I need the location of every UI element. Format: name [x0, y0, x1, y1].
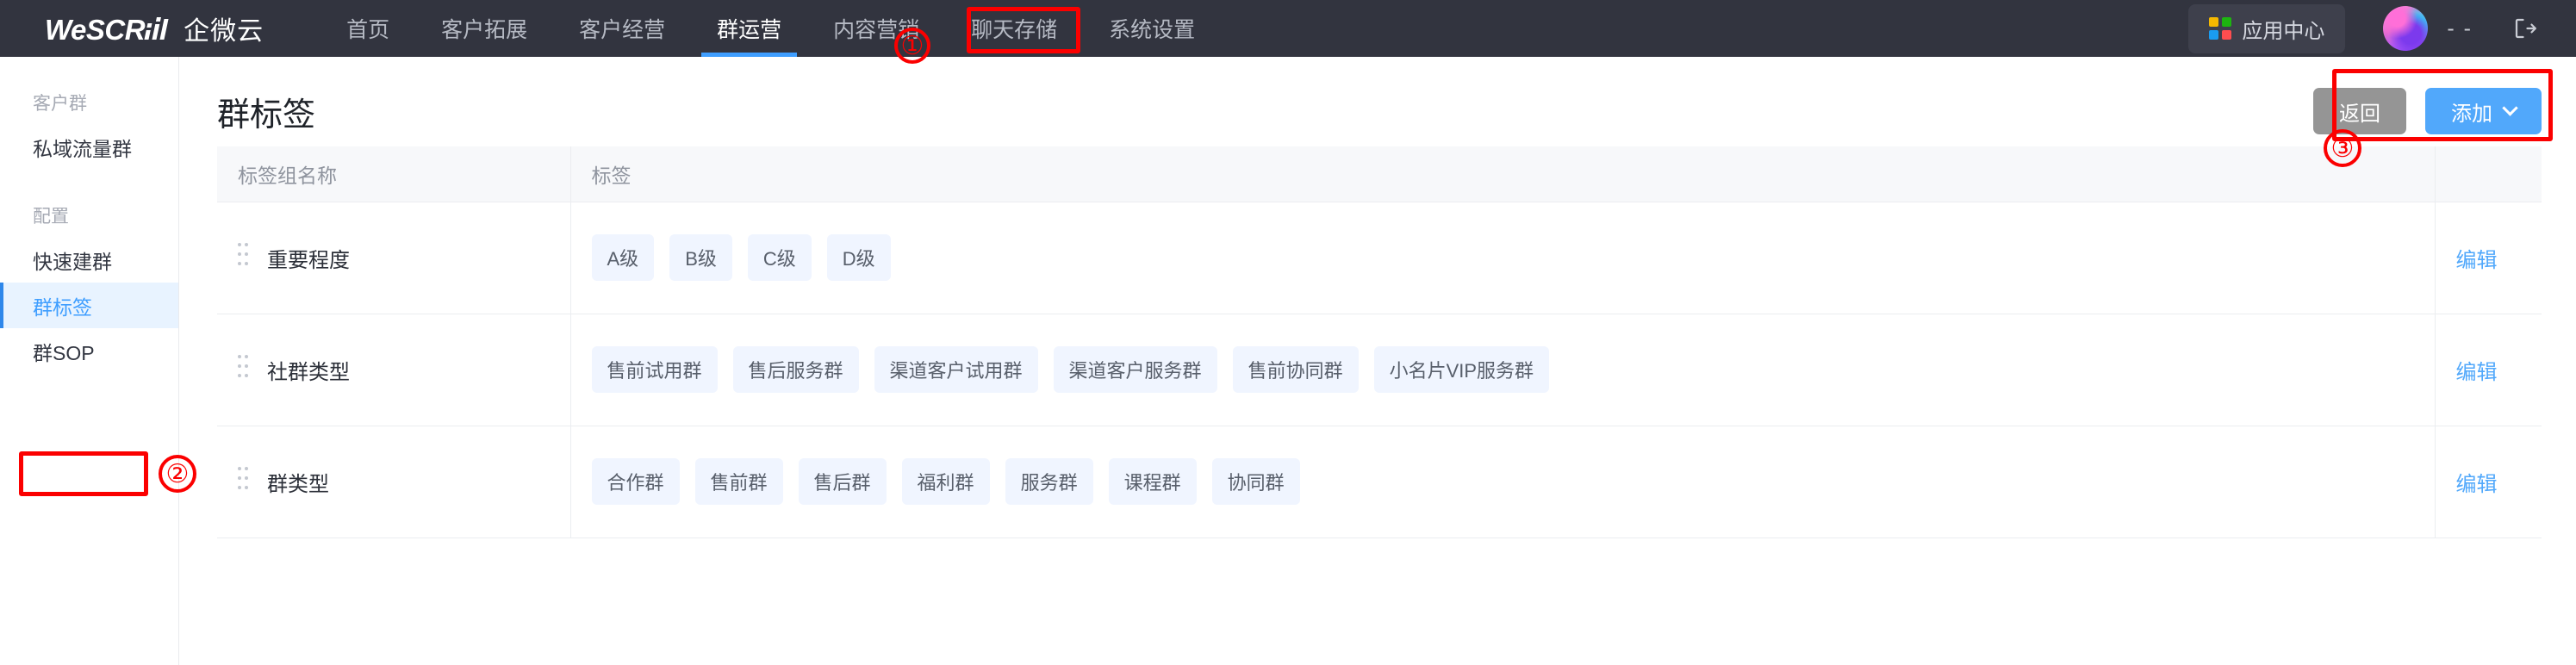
nav-item-customer-expand[interactable]: 客户拓展 — [415, 0, 553, 57]
sidebar: 客户群 私域流量群 配置 快速建群 群标签 群SOP — [0, 57, 179, 665]
cell-group-name: 群类型 — [217, 426, 571, 538]
page-header: 群标签 返回 添加 — [217, 57, 2542, 146]
top-right-controls: 应用中心 - - — [2188, 3, 2538, 53]
app-center-button[interactable]: 应用中心 — [2188, 3, 2346, 53]
brand-logo[interactable]: WeSCR 企微云 — [45, 9, 264, 47]
cell-tags: 合作群 售前群 售后群 福利群 服务群 课程群 协同群 — [570, 426, 2436, 538]
tag-chip[interactable]: 服务群 — [1005, 458, 1093, 505]
tag-chip[interactable]: 售后群 — [798, 458, 887, 505]
tag-groups-table: 标签组名称 标签 重要程度 A级 B级 C级 D级 编辑 社群类型 售前试用群 … — [217, 146, 2542, 538]
drag-handle-icon[interactable] — [238, 355, 248, 384]
edit-link[interactable]: 编辑 — [2456, 249, 2498, 272]
column-header-group-name: 标签组名称 — [217, 146, 571, 202]
tag-chip[interactable]: 小名片VIP服务群 — [1373, 346, 1550, 393]
cell-group-name: 重要程度 — [217, 202, 571, 314]
sidebar-item-private-traffic-group[interactable]: 私域流量群 — [0, 124, 178, 170]
drag-handle-icon[interactable] — [238, 467, 248, 496]
tag-list: A级 B级 C级 D级 — [591, 234, 2414, 281]
table-row: 重要程度 A级 B级 C级 D级 编辑 — [217, 202, 2542, 314]
column-header-tags: 标签 — [570, 146, 2436, 202]
tag-chip[interactable]: 课程群 — [1108, 458, 1197, 505]
avatar[interactable] — [2383, 6, 2429, 51]
nav-item-content-marketing[interactable]: 内容营销 — [807, 0, 945, 57]
add-button-label: 添加 — [2451, 102, 2492, 126]
tag-chip[interactable]: 渠道客户试用群 — [874, 346, 1038, 393]
tag-chip[interactable]: 售前群 — [694, 458, 783, 505]
drag-handle-icon[interactable] — [238, 243, 248, 272]
table-row: 社群类型 售前试用群 售后服务群 渠道客户试用群 渠道客户服务群 售前协同群 小… — [217, 314, 2542, 426]
tag-chip[interactable]: 合作群 — [591, 458, 680, 505]
cell-tags: 售前试用群 售后服务群 渠道客户试用群 渠道客户服务群 售前协同群 小名片VIP… — [570, 314, 2436, 426]
brand-bars-icon — [144, 17, 177, 40]
column-header-actions — [2435, 146, 2542, 202]
tag-chip[interactable]: 福利群 — [901, 458, 990, 505]
tag-chip[interactable]: 渠道客户服务群 — [1053, 346, 1217, 393]
nav-item-system-settings[interactable]: 系统设置 — [1083, 0, 1221, 57]
logout-icon[interactable] — [2512, 16, 2538, 41]
group-name-label: 重要程度 — [267, 248, 350, 272]
group-name-label: 群类型 — [267, 472, 329, 496]
tag-chip[interactable]: C级 — [747, 234, 812, 281]
page-title: 群标签 — [217, 96, 316, 134]
page-header-actions: 返回 添加 — [2313, 88, 2542, 134]
nav-item-customer-manage[interactable]: 客户经营 — [553, 0, 691, 57]
page-body: 客户群 私域流量群 配置 快速建群 群标签 群SOP 群标签 返回 添加 标签组… — [0, 57, 2576, 665]
group-name-label: 社群类型 — [267, 360, 350, 384]
main-content: 群标签 返回 添加 标签组名称 标签 重要程度 A级 B级 C级 D级 编辑 社… — [179, 57, 2576, 665]
edit-link[interactable]: 编辑 — [2456, 361, 2498, 384]
cell-actions: 编辑 — [2435, 202, 2542, 314]
sidebar-item-group-sop[interactable]: 群SOP — [0, 328, 178, 374]
cell-actions: 编辑 — [2435, 314, 2542, 426]
tag-chip[interactable]: 售前协同群 — [1232, 346, 1359, 393]
sidebar-item-quick-create-group[interactable]: 快速建群 — [0, 237, 178, 283]
main-nav: 首页 客户拓展 客户经营 群运营 内容营销 聊天存储 系统设置 — [320, 0, 1221, 57]
tag-chip[interactable]: 售前试用群 — [591, 346, 718, 393]
cell-actions: 编辑 — [2435, 426, 2542, 538]
tag-list: 售前试用群 售后服务群 渠道客户试用群 渠道客户服务群 售前协同群 小名片VIP… — [591, 346, 2414, 393]
back-button[interactable]: 返回 — [2313, 88, 2406, 134]
nav-item-home[interactable]: 首页 — [320, 0, 415, 57]
grid-apps-icon — [2209, 17, 2232, 40]
content-inner: 群标签 返回 添加 标签组名称 标签 重要程度 A级 B级 C级 D级 编辑 社… — [179, 57, 2576, 538]
table-body: 重要程度 A级 B级 C级 D级 编辑 社群类型 售前试用群 售后服务群 渠道客… — [217, 202, 2542, 538]
top-navigation-bar: WeSCR 企微云 首页 客户拓展 客户经营 群运营 内容营销 聊天存储 系统设… — [0, 0, 2576, 57]
nav-item-chat-storage[interactable]: 聊天存储 — [945, 0, 1083, 57]
brand-name-cn: 企微云 — [184, 17, 264, 46]
user-name: - - — [2447, 16, 2473, 40]
table-header-row: 标签组名称 标签 — [217, 146, 2542, 202]
tag-chip[interactable]: 协同群 — [1211, 458, 1300, 505]
tag-chip[interactable]: D级 — [826, 234, 891, 281]
edit-link[interactable]: 编辑 — [2456, 473, 2498, 496]
cell-group-name: 社群类型 — [217, 314, 571, 426]
app-root: WeSCR 企微云 首页 客户拓展 客户经营 群运营 内容营销 聊天存储 系统设… — [0, 0, 2576, 665]
nav-item-group-operation[interactable]: 群运营 — [691, 0, 807, 57]
sidebar-group-title-customer-groups: 客户群 — [33, 94, 87, 114]
brand-name-en: WeSCR — [45, 14, 146, 46]
chevron-down-icon — [2502, 99, 2518, 116]
table-head: 标签组名称 标签 — [217, 146, 2542, 202]
cell-tags: A级 B级 C级 D级 — [570, 202, 2436, 314]
tag-chip[interactable]: 售后服务群 — [732, 346, 859, 393]
back-button-label: 返回 — [2339, 102, 2380, 126]
sidebar-group-title-config: 配置 — [33, 207, 69, 227]
app-center-label: 应用中心 — [2242, 19, 2325, 43]
tag-chip[interactable]: B级 — [669, 234, 732, 281]
tag-list: 合作群 售前群 售后群 福利群 服务群 课程群 协同群 — [591, 458, 2414, 505]
sidebar-item-group-tags[interactable]: 群标签 — [0, 283, 178, 328]
add-button[interactable]: 添加 — [2425, 88, 2542, 134]
tag-chip[interactable]: A级 — [591, 234, 655, 281]
table-row: 群类型 合作群 售前群 售后群 福利群 服务群 课程群 协同群 编辑 — [217, 426, 2542, 538]
